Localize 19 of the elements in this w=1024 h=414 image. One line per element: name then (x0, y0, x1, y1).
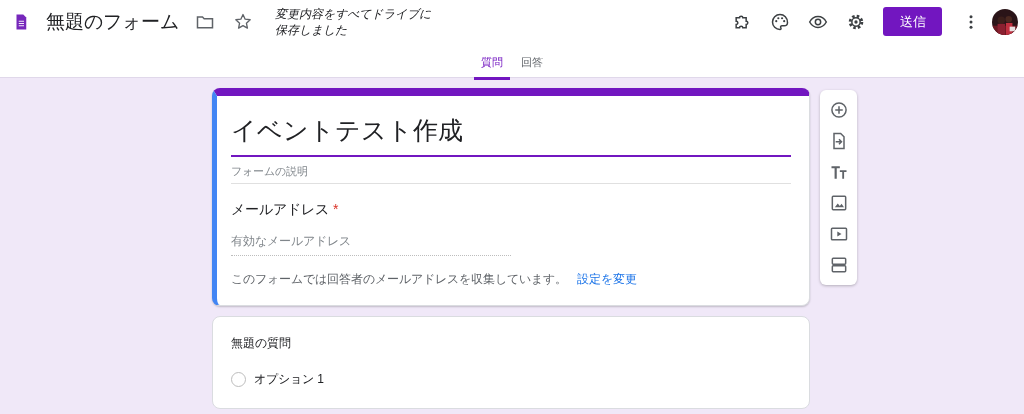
description-field[interactable]: フォームの説明 (231, 157, 791, 184)
question-label: メールアドレス (231, 201, 329, 219)
save-status: 保存しました (275, 21, 348, 38)
palette-icon[interactable] (770, 11, 790, 32)
star-icon[interactable] (233, 11, 253, 32)
question-title: 無題の質問 (231, 335, 292, 352)
save-status: 変更内容をすべてドライブに (275, 5, 431, 22)
required-mark: * (333, 201, 339, 217)
send-button[interactable]: 送信 (883, 7, 942, 36)
tab[interactable]: 質問 (474, 43, 510, 80)
input-field: 有効なメールアドレス (231, 219, 511, 256)
video-icon[interactable] (828, 224, 849, 244)
tab[interactable]: 回答 (514, 43, 550, 80)
settings-link[interactable]: 設定を変更 (577, 271, 637, 288)
form-title-field[interactable]: イベントテスト作成 (231, 106, 791, 157)
form-title[interactable]: 無題のフォーム (46, 8, 179, 35)
notice-text: このフォームでは回答者のメールアドレスを収集しています。 (231, 271, 567, 288)
add-icon[interactable] (828, 100, 849, 120)
option-label: オプション 1 (254, 371, 324, 388)
